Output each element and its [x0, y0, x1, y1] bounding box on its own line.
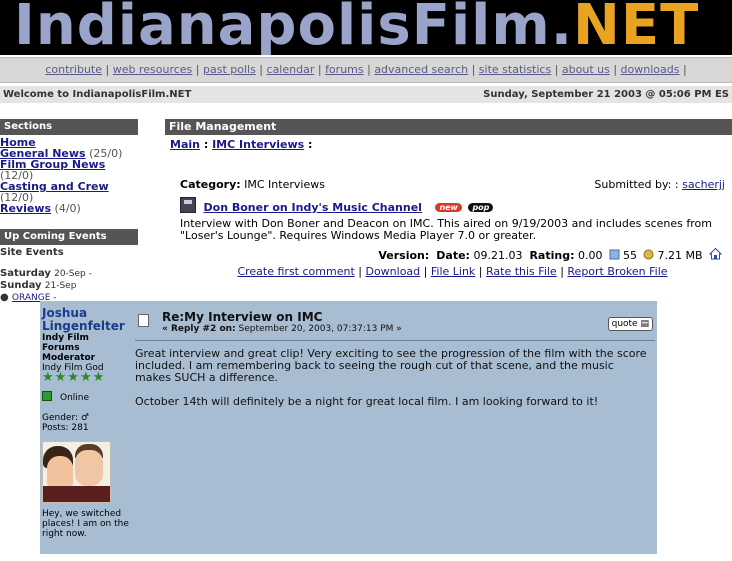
nav-about-us[interactable]: about us: [562, 63, 610, 76]
nav-past-polls[interactable]: past polls: [203, 63, 256, 76]
file-title-link[interactable]: Don Boner on Indy's Music Channel: [204, 201, 422, 214]
nav-site-statistics[interactable]: site statistics: [479, 63, 551, 76]
file-title-row: Don Boner on Indy's Music Channel new po…: [180, 197, 494, 214]
submitted-label: Submitted by: :: [594, 178, 679, 191]
file-link[interactable]: File Link: [431, 265, 475, 278]
nav-advanced-search[interactable]: advanced search: [374, 63, 468, 76]
file-management-header: File Management: [165, 119, 732, 135]
file-size: 7.21 MB: [657, 249, 703, 262]
version-label: Version:: [378, 249, 430, 262]
date-label: Date:: [436, 249, 470, 262]
breadcrumb-imc-interviews[interactable]: IMC Interviews: [212, 138, 304, 151]
nav-calendar[interactable]: calendar: [267, 63, 315, 76]
avatar: [42, 441, 111, 503]
online-icon: [42, 391, 52, 401]
author-title: Indy Film: [42, 333, 89, 343]
new-badge: new: [435, 203, 462, 212]
nav-downloads[interactable]: downloads: [621, 63, 680, 76]
post-author-panel: Joshua Lingenfelter Indy Film Forums Mod…: [42, 307, 132, 539]
author-signature: Hey, we switched places! I am on the rig…: [42, 509, 129, 539]
events-list: Site Events Saturday 20-Sep - Sunday 21-…: [0, 247, 138, 304]
section-count: (4/0): [54, 202, 81, 215]
top-nav: contribute | web resources | past polls …: [0, 57, 732, 83]
category-row: Category: IMC Interviews Submitted by: :…: [180, 178, 725, 191]
floppy-disk-icon: [180, 197, 196, 213]
submitted-by: Submitted by: : sacherjj: [594, 178, 725, 191]
category-label: Category:: [180, 178, 241, 191]
events-header: Up Coming Events: [0, 229, 138, 245]
rating-label: Rating:: [529, 249, 575, 262]
breadcrumb-main[interactable]: Main: [170, 138, 200, 151]
file-description: Interview with Don Boner and Deacon on I…: [180, 217, 712, 242]
logo-main-text: IndianapolisFilm.: [14, 0, 573, 55]
event-day: Saturday: [0, 268, 51, 279]
online-status: Online: [42, 391, 132, 403]
post-subject[interactable]: Re:My Interview on IMC: [162, 310, 322, 324]
current-datetime: Sunday, September 21 2003 @ 05:06 PM ES: [483, 89, 729, 100]
reply-prefix: « Reply #2 on:: [162, 324, 236, 334]
download-count-icon: [609, 249, 620, 260]
author-title: Forums: [42, 343, 80, 353]
event-day: Sunday: [0, 280, 42, 291]
forum-post: Joshua Lingenfelter Indy Film Forums Mod…: [40, 301, 657, 554]
post-body: Great interview and great clip! Very exc…: [135, 348, 650, 420]
file-size-icon: [643, 249, 654, 260]
sections-list: Home General News (25/0) Film Group News…: [0, 137, 138, 214]
submitter-link[interactable]: sacherjj: [682, 178, 725, 191]
quote-icon: ▤: [640, 319, 649, 329]
welcome-bar: Welcome to IndianapolisFilm.NET Sunday, …: [0, 86, 732, 103]
section-reviews[interactable]: Reviews: [0, 202, 51, 215]
nav-forums[interactable]: forums: [325, 63, 364, 76]
site-logo[interactable]: IndianapolisFilm.NET: [14, 0, 699, 55]
quote-label: quote: [611, 319, 638, 329]
file-actions: Create first comment | Download | File L…: [237, 265, 668, 278]
home-icon[interactable]: [709, 247, 722, 260]
event-date: 20-Sep -: [54, 269, 92, 279]
logo-accent-text: NET: [572, 0, 700, 55]
author-title: Moderator: [42, 353, 96, 363]
site-banner: IndianapolisFilm.NET: [0, 0, 732, 55]
download-count: 55: [622, 249, 637, 262]
breadcrumb: Main : IMC Interviews :: [170, 138, 312, 151]
author-name-last[interactable]: Lingenfelter: [42, 320, 132, 333]
reply-date: September 20, 2003, 07:37:13 PM »: [238, 324, 402, 334]
rank-stars-icon: ★★★★★: [42, 370, 106, 385]
post-divider: [135, 340, 655, 341]
download-link[interactable]: Download: [365, 265, 420, 278]
author-post-count: Posts: 281: [42, 423, 89, 433]
post-document-icon: [138, 314, 149, 327]
post-reply-info: « Reply #2 on: September 20, 2003, 07:37…: [162, 324, 402, 334]
quote-button[interactable]: quote ▤: [607, 317, 653, 331]
popular-badge: pop: [468, 203, 494, 212]
category-value: IMC Interviews: [244, 178, 325, 191]
breadcrumb-separator: :: [308, 138, 313, 151]
date-value: 09.21.03: [473, 249, 523, 262]
online-label: Online: [60, 393, 90, 403]
rating-value: 0.00: [577, 249, 603, 262]
post-paragraph: October 14th will definitely be a night …: [135, 395, 599, 408]
nav-web-resources[interactable]: web resources: [113, 63, 193, 76]
event-date: 21-Sep: [44, 281, 77, 291]
author-gender: Gender: ♂: [42, 413, 89, 423]
breadcrumb-separator: :: [203, 138, 209, 151]
sections-header: Sections: [0, 119, 138, 135]
post-paragraph: Great interview and great clip! Very exc…: [135, 347, 647, 384]
rate-file-link[interactable]: Rate this File: [486, 265, 557, 278]
events-subtitle: Site Events: [0, 247, 64, 258]
nav-contribute[interactable]: contribute: [45, 63, 102, 76]
report-broken-link[interactable]: Report Broken File: [567, 265, 667, 278]
file-meta-row: Version: Date: 09.21.03 Rating: 0.00 55 …: [180, 247, 725, 262]
welcome-text: Welcome to IndianapolisFilm.NET: [3, 89, 192, 100]
create-comment-link[interactable]: Create first comment: [237, 265, 354, 278]
